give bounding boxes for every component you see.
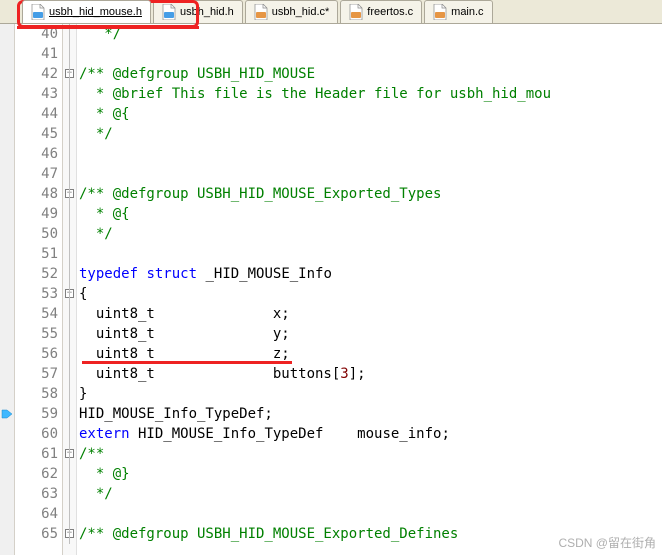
code-line[interactable]: [79, 44, 662, 64]
bookmark-gutter: [0, 24, 15, 555]
line-number: 55: [15, 324, 58, 344]
line-number: 50: [15, 224, 58, 244]
line-number: 40: [15, 24, 58, 44]
code-line[interactable]: extern HID_MOUSE_Info_TypeDef mouse_info…: [79, 424, 662, 444]
code-line[interactable]: /** @defgroup USBH_HID_MOUSE_Exported_De…: [79, 524, 662, 544]
code-line[interactable]: */: [79, 124, 662, 144]
line-number: 62: [15, 464, 58, 484]
line-number: 63: [15, 484, 58, 504]
code-line[interactable]: */: [79, 24, 662, 44]
fold-gutter: −−−−−: [63, 24, 77, 555]
code-line[interactable]: /**: [79, 444, 662, 464]
file-icon: [162, 4, 176, 20]
tab-label: usbh_hid.h: [180, 6, 234, 18]
line-number: 53: [15, 284, 58, 304]
tab-usbh-hid-mouse-h[interactable]: usbh_hid_mouse.h: [22, 0, 151, 23]
code-line[interactable]: HID_MOUSE_Info_TypeDef;: [79, 404, 662, 424]
line-number: 64: [15, 504, 58, 524]
line-number: 60: [15, 424, 58, 444]
tab-bar: usbh_hid_mouse.h usbh_hid.h usbh_hid.c* …: [0, 0, 662, 24]
line-number: 51: [15, 244, 58, 264]
line-number: 43: [15, 84, 58, 104]
line-number: 45: [15, 124, 58, 144]
line-number: 56: [15, 344, 58, 364]
code-line[interactable]: [79, 144, 662, 164]
bookmark-pointer-icon[interactable]: [1, 408, 13, 420]
line-number: 65: [15, 524, 58, 544]
line-number: 52: [15, 264, 58, 284]
file-icon: [31, 4, 45, 20]
code-line[interactable]: }: [79, 384, 662, 404]
line-number: 61: [15, 444, 58, 464]
tab-label: usbh_hid_mouse.h: [49, 6, 142, 18]
code-line[interactable]: * @}: [79, 464, 662, 484]
line-number-gutter: 4041424344454647484950515253545556575859…: [15, 24, 63, 555]
code-line[interactable]: uint8_t x;: [79, 304, 662, 324]
code-editor: 4041424344454647484950515253545556575859…: [0, 24, 662, 555]
code-line[interactable]: /** @defgroup USBH_HID_MOUSE: [79, 64, 662, 84]
tab-label: main.c: [451, 6, 483, 18]
code-line[interactable]: * @brief This file is the Header file fo…: [79, 84, 662, 104]
code-line[interactable]: uint8_t y;: [79, 324, 662, 344]
code-line[interactable]: */: [79, 224, 662, 244]
line-number: 47: [15, 164, 58, 184]
line-number: 57: [15, 364, 58, 384]
code-line[interactable]: /** @defgroup USBH_HID_MOUSE_Exported_Ty…: [79, 184, 662, 204]
file-icon: [433, 4, 447, 20]
code-line[interactable]: uint8_t z;: [79, 344, 662, 364]
tab-label: usbh_hid.c*: [272, 6, 330, 18]
code-line[interactable]: [79, 504, 662, 524]
code-line[interactable]: typedef struct _HID_MOUSE_Info: [79, 264, 662, 284]
tab-usbh-hid-h[interactable]: usbh_hid.h: [153, 0, 243, 23]
tab-usbh-hid-c-[interactable]: usbh_hid.c*: [245, 0, 339, 23]
tab-main-c[interactable]: main.c: [424, 0, 492, 23]
line-number: 46: [15, 144, 58, 164]
file-icon: [349, 4, 363, 20]
file-icon: [254, 4, 268, 20]
line-number: 49: [15, 204, 58, 224]
code-line[interactable]: {: [79, 284, 662, 304]
line-number: 48: [15, 184, 58, 204]
code-line[interactable]: * @{: [79, 204, 662, 224]
code-line[interactable]: */: [79, 484, 662, 504]
code-line[interactable]: * @{: [79, 104, 662, 124]
code-line[interactable]: [79, 244, 662, 264]
code-line[interactable]: [79, 164, 662, 184]
tab-label: freertos.c: [367, 6, 413, 18]
line-number: 54: [15, 304, 58, 324]
line-number: 59: [15, 404, 58, 424]
tab-freertos-c[interactable]: freertos.c: [340, 0, 422, 23]
line-number: 58: [15, 384, 58, 404]
code-area[interactable]: */ /** @defgroup USBH_HID_MOUSE * @brief …: [77, 24, 662, 555]
line-number: 42: [15, 64, 58, 84]
code-line[interactable]: uint8_t buttons[3];: [79, 364, 662, 384]
line-number: 44: [15, 104, 58, 124]
line-number: 41: [15, 44, 58, 64]
